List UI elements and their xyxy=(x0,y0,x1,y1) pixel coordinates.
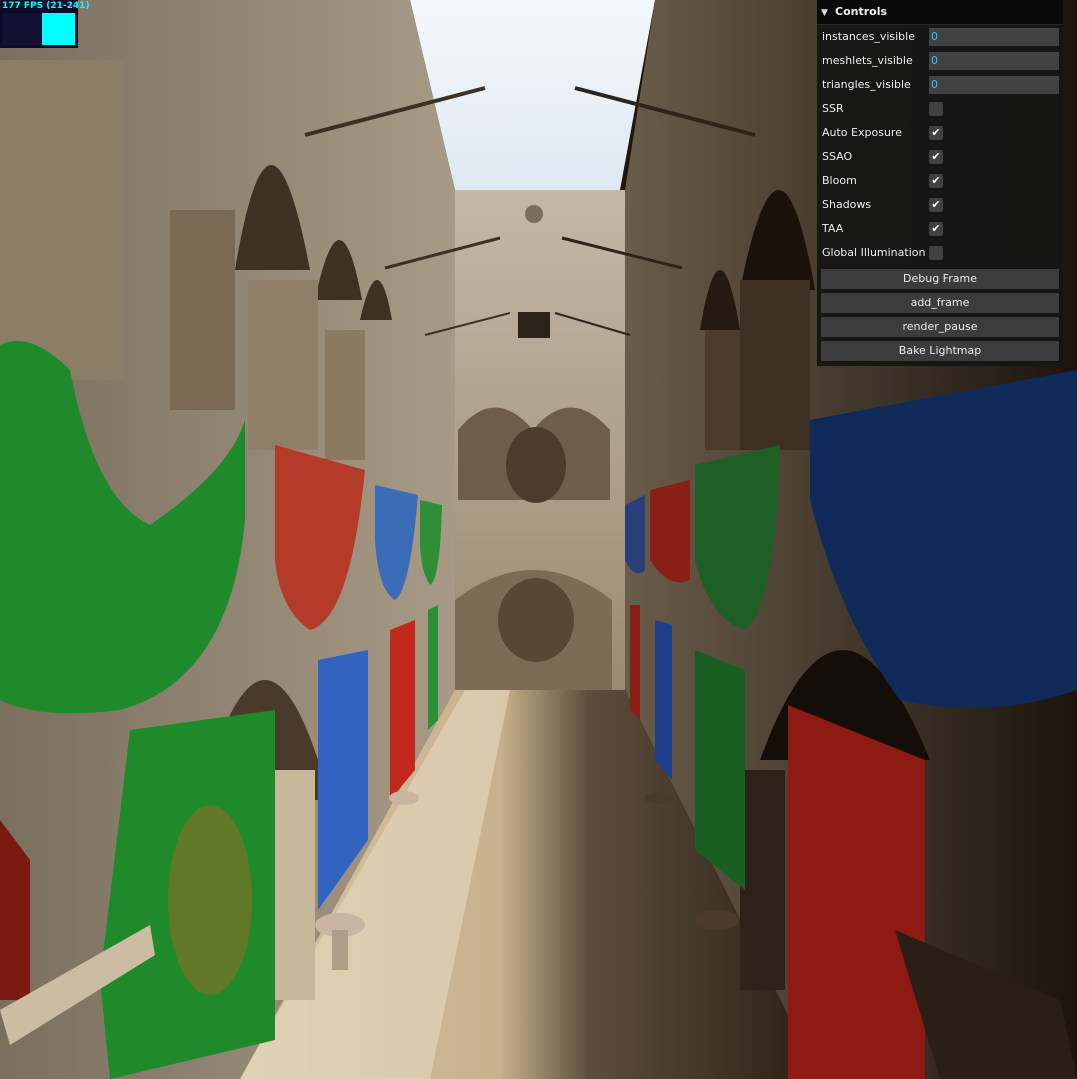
control-label: Bloom xyxy=(822,174,857,187)
ssr-checkbox[interactable] xyxy=(929,102,943,116)
chevron-down-icon[interactable]: ▼ xyxy=(821,1,835,25)
taa-checkbox[interactable]: ✔ xyxy=(929,222,943,236)
control-label: instances_visible xyxy=(822,30,915,43)
control-label: SSR xyxy=(822,102,844,115)
control-row-global-illumination: Global Illumination xyxy=(817,241,1063,265)
control-row-ssao: SSAO ✔ xyxy=(817,145,1063,169)
triangles-visible-field[interactable]: 0 xyxy=(929,76,1059,94)
control-row-meshlets-visible: meshlets_visible 0 xyxy=(817,49,1063,73)
add-frame-button[interactable]: add_frame xyxy=(821,293,1059,313)
control-label: SSAO xyxy=(822,150,853,163)
control-label: triangles_visible xyxy=(822,78,911,91)
fps-monitor: 177 FPS (21-241) xyxy=(0,0,90,48)
control-label: Auto Exposure xyxy=(822,126,902,139)
render-pause-button[interactable]: render_pause xyxy=(821,317,1059,337)
fps-graph-bar xyxy=(42,13,75,45)
bake-lightmap-button[interactable]: Bake Lightmap xyxy=(821,341,1059,361)
control-label: Global Illumination xyxy=(822,246,926,259)
control-row-taa: TAA ✔ xyxy=(817,217,1063,241)
control-row-ssr: SSR xyxy=(817,97,1063,121)
meshlets-visible-field[interactable]: 0 xyxy=(929,52,1059,70)
fps-graph xyxy=(2,13,75,45)
debug-frame-button[interactable]: Debug Frame xyxy=(821,269,1059,289)
control-row-auto-exposure: Auto Exposure ✔ xyxy=(817,121,1063,145)
control-label: TAA xyxy=(822,222,844,235)
control-row-shadows: Shadows ✔ xyxy=(817,193,1063,217)
global-illumination-checkbox[interactable] xyxy=(929,246,943,260)
bloom-checkbox[interactable]: ✔ xyxy=(929,174,943,188)
control-label: meshlets_visible xyxy=(822,54,913,67)
fps-readout: 177 FPS (21-241) xyxy=(2,1,90,11)
controls-header[interactable]: ▼ Controls xyxy=(817,0,1063,25)
instances-visible-field[interactable]: 0 xyxy=(929,28,1059,46)
controls-panel: ▼ Controls instances_visible 0 meshlets_v… xyxy=(817,0,1063,366)
control-row-bloom: Bloom ✔ xyxy=(817,169,1063,193)
shadows-checkbox[interactable]: ✔ xyxy=(929,198,943,212)
control-row-instances-visible: instances_visible 0 xyxy=(817,25,1063,49)
controls-title: Controls xyxy=(835,5,888,18)
control-label: Shadows xyxy=(822,198,872,211)
auto-exposure-checkbox[interactable]: ✔ xyxy=(929,126,943,140)
ssao-checkbox[interactable]: ✔ xyxy=(929,150,943,164)
control-row-triangles-visible: triangles_visible 0 xyxy=(817,73,1063,97)
